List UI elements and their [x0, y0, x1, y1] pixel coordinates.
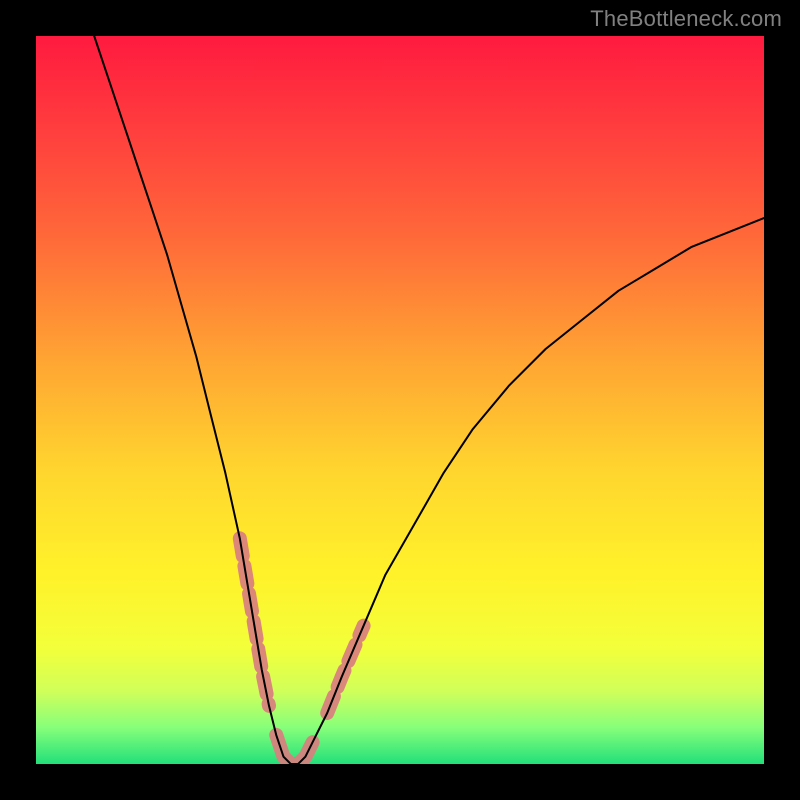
chart-background — [36, 36, 764, 764]
chart-frame: { "watermark": "TheBottleneck.com", "col… — [0, 0, 800, 800]
watermark-text: TheBottleneck.com — [590, 6, 782, 32]
chart-svg — [36, 36, 764, 764]
plot-area — [36, 36, 764, 764]
